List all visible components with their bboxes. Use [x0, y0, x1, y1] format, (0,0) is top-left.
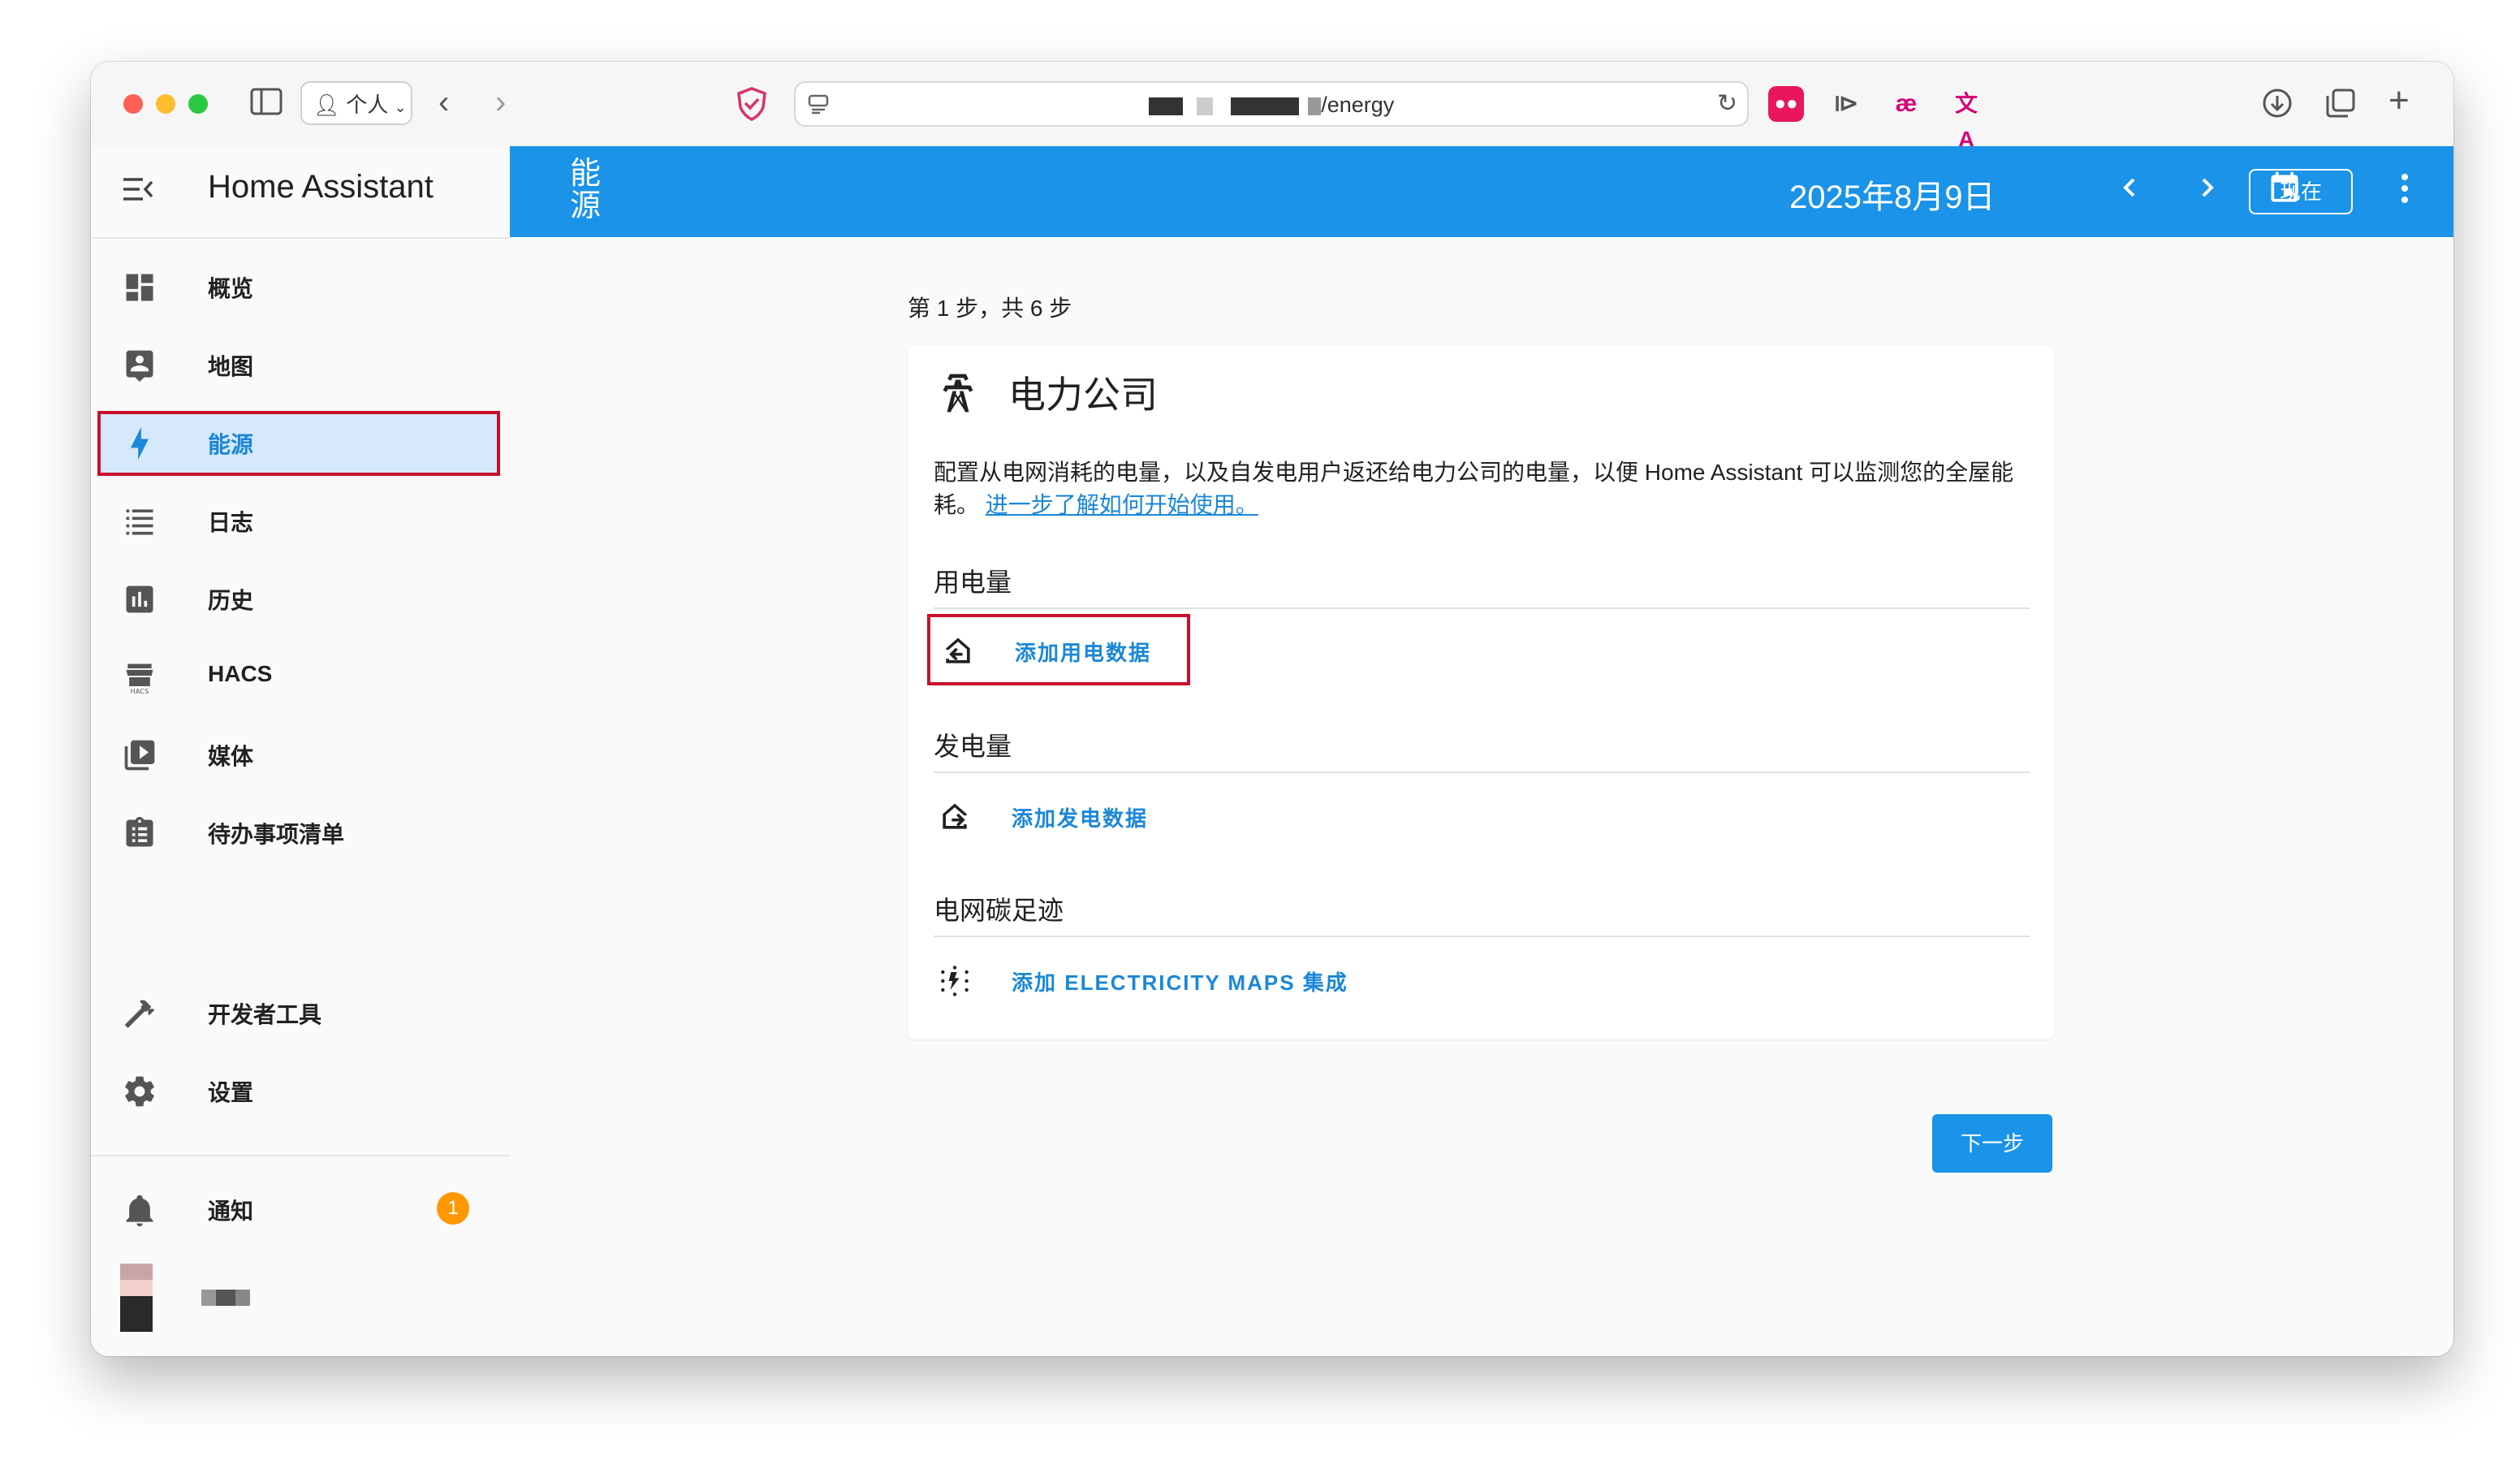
lightning-icon — [122, 426, 158, 461]
step-indicator: 第 1 步，共 6 步 — [908, 296, 1072, 321]
redacted-username — [201, 1290, 250, 1306]
sidebar-item-media[interactable]: 媒体 — [97, 723, 500, 788]
sidebar-item-history[interactable]: 历史 — [97, 567, 500, 632]
hammer-icon — [122, 996, 158, 1031]
sidebar-item-settings[interactable]: 设置 — [97, 1059, 500, 1124]
redacted-host — [1308, 97, 1322, 115]
sidebar-item-energy[interactable]: 能源 — [97, 411, 500, 476]
bell-icon — [122, 1192, 158, 1228]
avatar-pixel — [120, 1280, 153, 1296]
sidebar-toggle-icon[interactable] — [250, 88, 283, 124]
next-period-button[interactable] — [2195, 167, 2220, 218]
redacted-host — [1230, 97, 1299, 115]
add-consumption-button[interactable]: 添加用电数据 — [927, 614, 1190, 685]
sidebar-title: Home Assistant — [208, 169, 434, 205]
section-title-carbon: 电网碳足迹 — [934, 896, 1064, 925]
downloads-icon[interactable] — [2262, 88, 2293, 127]
hacs-store-icon: HACS — [122, 659, 158, 695]
add-generation-button[interactable]: 添加发电数据 — [927, 783, 1252, 848]
person-icon: 👤︎ — [313, 93, 341, 117]
section-title-generation: 发电量 — [934, 732, 1012, 761]
shield-extension-icon[interactable] — [736, 86, 768, 126]
card-title: 电力公司 — [1008, 374, 1158, 416]
list-icon — [122, 503, 158, 539]
date-label: 2025年8月9日 — [1789, 179, 1996, 215]
forward-button[interactable]: › — [495, 86, 506, 119]
profile-selector[interactable]: 👤︎ 个人 ⌄ — [300, 81, 412, 125]
avatar-pixel — [120, 1296, 153, 1332]
card-description: 配置从电网消耗的电量，以及自发电用户返还给电力公司的电量，以便 Home Ass… — [934, 460, 2014, 517]
browser-window: 👤︎ 个人 ⌄ ‹ › /energy ↻ ●● ⧐ æ 文A + Home A… — [91, 62, 2453, 1356]
svg-text:HACS: HACS — [131, 687, 149, 695]
next-step-button[interactable]: 下一步 — [1932, 1114, 2052, 1173]
sidebar-item-developer-tools[interactable]: 开发者工具 — [97, 981, 500, 1046]
translate-icon[interactable]: 文A — [1948, 86, 1984, 152]
extension-icon-3[interactable]: æ — [1888, 86, 1924, 122]
sidebar-header: Home Assistant — [91, 146, 510, 239]
notification-count-badge: 1 — [437, 1192, 469, 1225]
collapse-menu-icon[interactable] — [122, 175, 154, 210]
home-export-icon — [937, 799, 973, 839]
section-title-consumption: 用电量 — [934, 568, 1012, 597]
sidebar-divider — [91, 1155, 510, 1156]
redacted-host — [1148, 97, 1183, 115]
home-import-icon — [940, 633, 976, 673]
avatar-pixel — [120, 1264, 153, 1280]
dashboard-icon — [122, 270, 158, 305]
extension-icon-1[interactable]: ●● — [1768, 86, 1804, 122]
leaf-lightning-icon — [937, 963, 973, 1003]
extension-icon-2[interactable]: ⧐ — [1828, 86, 1864, 122]
sidebar-item-notifications[interactable]: 通知 1 — [97, 1178, 500, 1242]
gear-icon — [122, 1074, 158, 1109]
sidebar-item-todo[interactable]: 待办事项清单 — [97, 801, 500, 866]
more-options-icon[interactable] — [2398, 171, 2411, 216]
map-icon — [122, 348, 158, 383]
tabs-overview-icon[interactable] — [2325, 88, 2356, 127]
section-divider — [934, 936, 2030, 937]
grid-setup-card: 电力公司 配置从电网消耗的电量，以及自发电用户返还给电力公司的电量，以便 Hom… — [908, 346, 2054, 1039]
sidebar: Home Assistant 概览 地图 能源 日志 历史 HACS HACS … — [91, 146, 511, 1356]
user-avatar[interactable] — [120, 1264, 153, 1332]
main-content: 第 1 步，共 6 步 电力公司 配置从电网消耗的电量，以及自发电用户返还给电力… — [510, 237, 2453, 1356]
app-header: 能源 2025年8月9日 现在 — [510, 146, 2453, 237]
previous-period-button[interactable] — [2117, 167, 2142, 218]
reload-icon[interactable]: ↻ — [1717, 89, 1737, 118]
url-text: /energy — [796, 83, 1747, 127]
section-divider — [934, 607, 2030, 609]
page-title: 能源 — [570, 157, 602, 223]
media-play-icon — [122, 737, 158, 773]
new-tab-icon[interactable]: + — [2388, 83, 2410, 119]
minimize-window-button[interactable] — [156, 94, 175, 114]
add-electricity-maps-button[interactable]: 添加 ELECTRICITY MAPS 集成 — [927, 947, 1382, 1012]
sidebar-item-overview[interactable]: 概览 — [97, 255, 500, 320]
transmission-tower-icon — [935, 369, 981, 421]
back-button[interactable]: ‹ — [438, 86, 449, 119]
sidebar-item-map[interactable]: 地图 — [97, 333, 500, 398]
now-button[interactable]: 现在 — [2249, 169, 2353, 214]
browser-toolbar: 👤︎ 个人 ⌄ ‹ › /energy ↻ ●● ⧐ æ 文A + — [91, 62, 2453, 152]
clipboard-list-icon — [122, 815, 158, 851]
chevron-down-icon: ⌄ — [394, 99, 407, 115]
address-bar[interactable]: /energy ↻ — [794, 81, 1749, 127]
close-window-button[interactable] — [123, 94, 143, 114]
redacted-host — [1197, 97, 1214, 115]
chart-icon — [122, 581, 158, 617]
sidebar-item-hacs[interactable]: HACS HACS — [97, 645, 500, 710]
section-divider — [934, 771, 2030, 773]
sidebar-item-logbook[interactable]: 日志 — [97, 489, 500, 554]
zoom-window-button[interactable] — [188, 94, 208, 114]
learn-more-link[interactable]: 进一步了解如何开始使用。 — [986, 492, 1258, 517]
